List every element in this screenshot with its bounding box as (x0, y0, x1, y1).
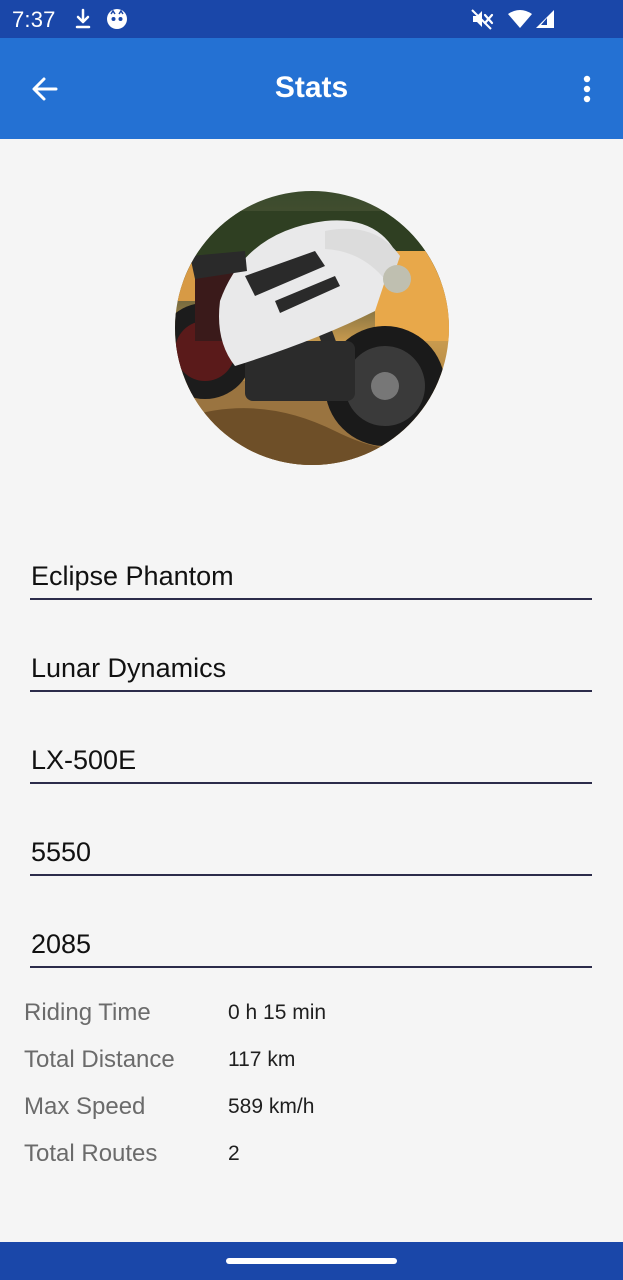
stat-value-total-routes: 2 (228, 1142, 240, 1165)
model-value: LX-500E (31, 745, 137, 775)
app-bar: Stats (0, 38, 623, 139)
vehicle-name-field[interactable]: Eclipse Phantom (30, 552, 592, 600)
stat-value-max-speed: 589 km/h (228, 1095, 315, 1118)
download-icon (74, 8, 92, 35)
stat-value-riding-time: 0 h 15 min (228, 1001, 327, 1024)
notification-face-icon (106, 8, 128, 35)
more-vertical-icon (583, 75, 591, 103)
motorcycle-photo[interactable] (175, 191, 449, 465)
number-field-1[interactable]: 5550 (30, 828, 592, 876)
stat-label-total-distance: Total Distance (24, 1046, 175, 1073)
navigation-bar (0, 1242, 623, 1280)
status-time: 7:37 (12, 7, 56, 32)
cellular-signal-icon (534, 9, 556, 34)
stat-value-total-distance: 117 km (228, 1048, 296, 1071)
manufacturer-field[interactable]: Lunar Dynamics (30, 644, 592, 692)
stat-label-max-speed: Max Speed (24, 1093, 146, 1120)
more-options-button[interactable] (569, 68, 605, 110)
page-title: Stats (274, 71, 349, 104)
number-value-2: 2085 (31, 929, 92, 959)
number-value-1: 5550 (31, 837, 92, 867)
wifi-icon (507, 9, 533, 34)
number-field-2[interactable]: 2085 (30, 920, 592, 968)
model-field[interactable]: LX-500E (30, 736, 592, 784)
manufacturer-value: Lunar Dynamics (31, 653, 227, 683)
vibrate-off-icon (470, 8, 494, 35)
vehicle-name-value: Eclipse Phantom (31, 561, 234, 591)
home-indicator[interactable] (226, 1258, 397, 1264)
stat-label-total-routes: Total Routes (24, 1140, 158, 1167)
status-bar: 7:37 (0, 0, 623, 38)
stat-label-riding-time: Riding Time (24, 999, 151, 1026)
